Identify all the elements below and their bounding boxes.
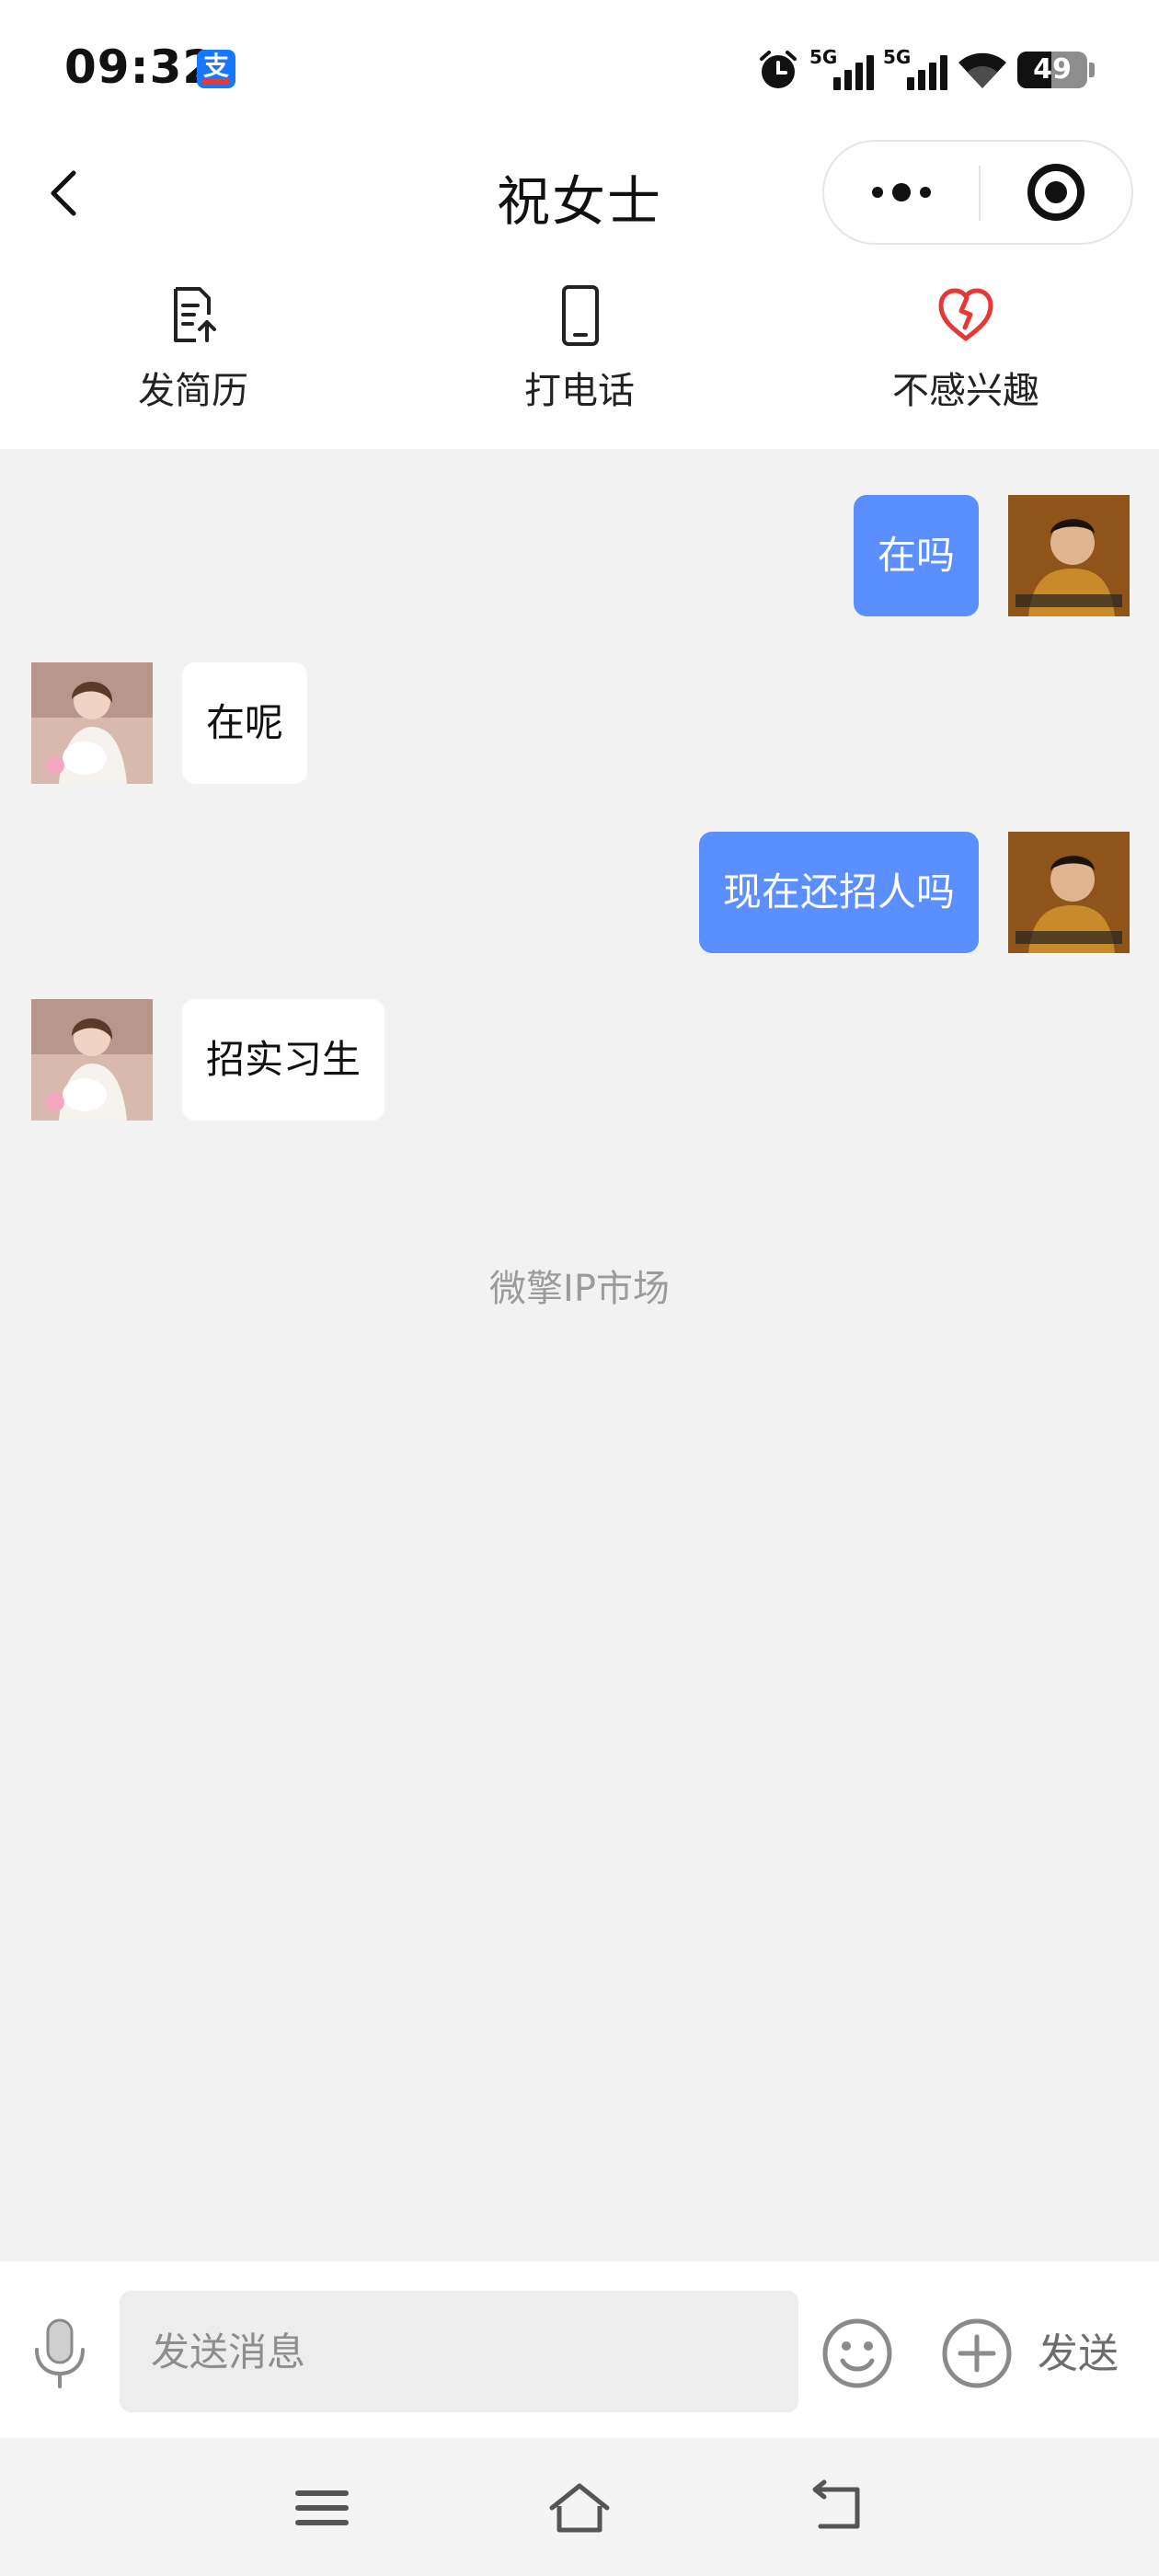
action-label-resume: 发简历	[138, 370, 248, 412]
battery-percentage: 49	[1033, 53, 1072, 86]
network-type-label-2: 5G	[883, 46, 912, 68]
action-label-not-interested: 不感兴趣	[892, 370, 1039, 412]
message-row: 在呢	[31, 662, 308, 784]
send-button[interactable]: 发送	[1038, 2320, 1119, 2379]
cellular-signal-icon-2: 5G	[883, 46, 947, 94]
cellular-signal-icon: 5G	[809, 46, 874, 94]
nav-bar: 祝女士	[0, 138, 1159, 248]
battery-icon: 49	[1017, 52, 1087, 88]
message-bubble-sent[interactable]: 现在还招人吗	[698, 832, 979, 953]
contact-avatar[interactable]	[31, 662, 153, 784]
call-button[interactable]: 打电话	[386, 248, 773, 449]
footer-note: 微擎IP市场	[489, 1268, 670, 1310]
miniprogram-capsule	[822, 140, 1133, 245]
resume-upload-icon	[174, 287, 216, 342]
back-icon[interactable]	[804, 2478, 870, 2537]
message-row: 在吗	[853, 495, 1130, 616]
message-bubble-received[interactable]: 招实习生	[182, 999, 385, 1121]
microphone-icon[interactable]	[28, 2317, 92, 2390]
my-avatar[interactable]	[1008, 495, 1130, 616]
status-time: 09:32	[64, 40, 216, 94]
chat-area[interactable]: 在吗 在呢 现在还招人吗 招实习生 微擎IP市场	[0, 449, 1159, 2261]
message-input-bar: 发送	[0, 2261, 1159, 2438]
emoji-icon[interactable]	[820, 2317, 894, 2390]
alarm-icon	[760, 51, 797, 88]
more-options-button[interactable]	[824, 142, 979, 243]
phone-icon	[562, 285, 599, 346]
not-interested-button[interactable]: 不感兴趣	[773, 248, 1159, 449]
message-bubble-sent[interactable]: 在吗	[853, 495, 979, 616]
my-avatar[interactable]	[1008, 832, 1130, 953]
message-bubble-received[interactable]: 在呢	[182, 662, 308, 784]
home-icon[interactable]	[546, 2478, 613, 2537]
message-input[interactable]	[120, 2291, 798, 2412]
action-label-call: 打电话	[524, 370, 635, 412]
status-bar: 09:32 支 5G 5G 49	[0, 0, 1159, 138]
message-row: 招实习生	[31, 999, 385, 1121]
message-row: 现在还招人吗	[698, 832, 1130, 953]
alipay-notification-icon: 支	[197, 50, 235, 88]
broken-heart-icon	[938, 288, 993, 341]
menu-icon[interactable]	[289, 2478, 355, 2537]
action-row: 发简历 打电话 不感兴趣	[0, 248, 1159, 449]
close-miniprogram-button[interactable]	[981, 142, 1131, 243]
system-navigation-bar	[0, 2438, 1159, 2576]
send-resume-button[interactable]: 发简历	[0, 248, 386, 449]
network-type-label: 5G	[809, 46, 838, 68]
add-attachment-icon[interactable]	[940, 2317, 1014, 2390]
wifi-icon	[958, 52, 1006, 88]
target-icon	[1027, 164, 1084, 221]
contact-avatar[interactable]	[31, 999, 153, 1121]
